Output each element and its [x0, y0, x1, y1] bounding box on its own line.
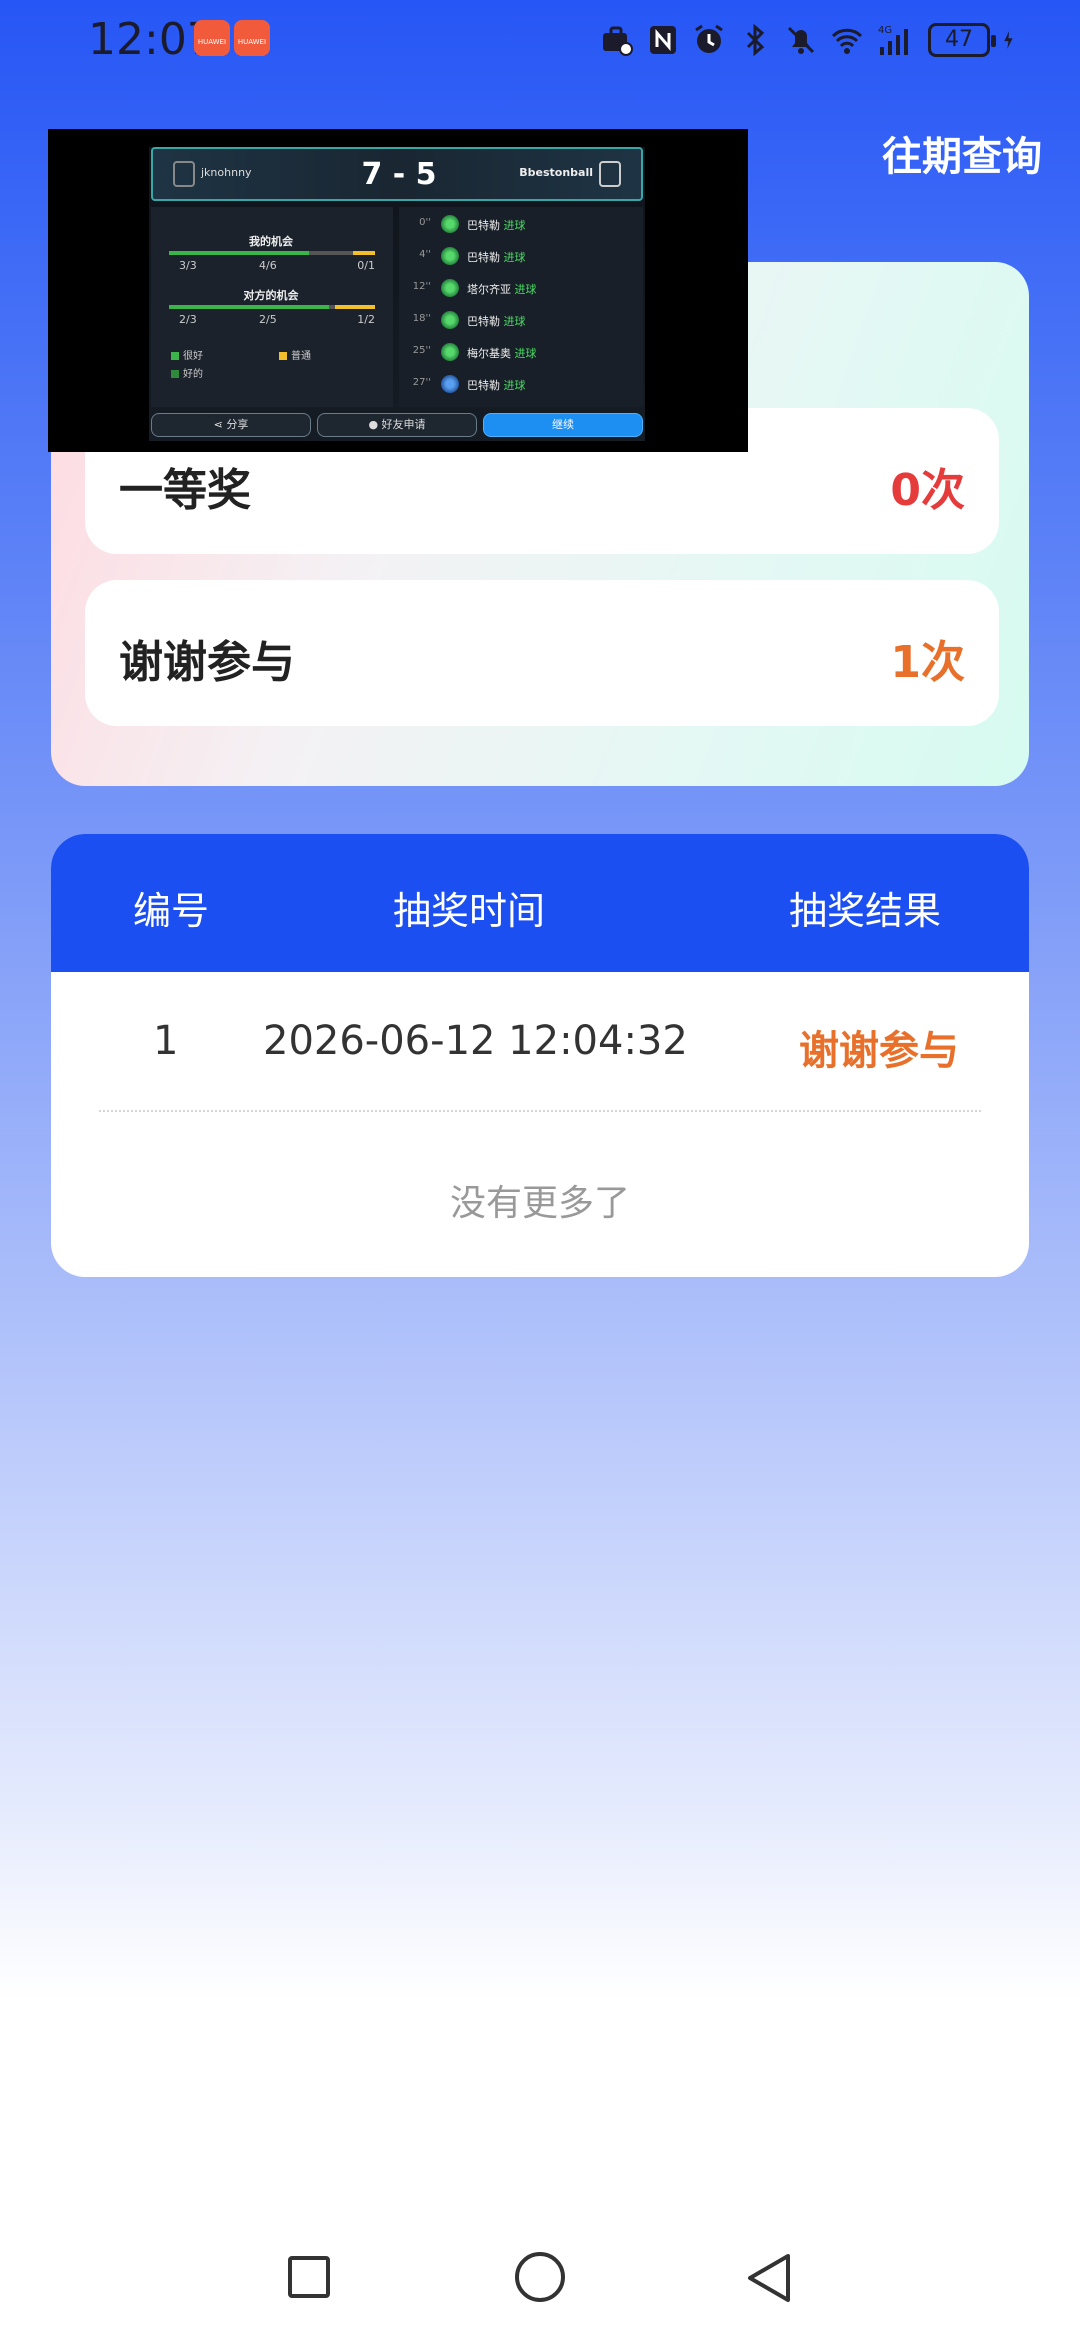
draw-records-table: 编号 抽奖时间 抽奖结果 1 2026-06-12 12:04:32 谢谢参与 … — [51, 834, 1029, 1277]
stat-value: 2/3 — [179, 313, 197, 326]
opp-chances-title: 对方的机会 — [243, 289, 299, 302]
prize-name: 一等奖 — [119, 465, 251, 516]
svg-text:4G: 4G — [878, 25, 892, 36]
back-icon[interactable] — [742, 2250, 796, 2306]
table-row: 1 2026-06-12 12:04:32 谢谢参与 — [51, 972, 1029, 1112]
history-query-button[interactable]: 往期查询 — [882, 124, 1042, 182]
ball-icon — [441, 343, 459, 361]
column-header-result: 抽奖结果 — [789, 889, 942, 933]
stat-value: 1/2 — [357, 313, 375, 326]
signal-icon: 4G — [878, 25, 908, 55]
column-header-time: 抽奖时间 — [393, 889, 546, 933]
opp-chances-bar — [169, 305, 375, 309]
cell-result: 谢谢参与 — [799, 1028, 959, 1074]
wifi-icon — [831, 28, 863, 54]
ball-icon — [441, 311, 459, 329]
stat-value: 4/6 — [259, 259, 277, 272]
player2-name: Bbestonball — [519, 166, 593, 179]
share-icon: ⋖ — [213, 418, 227, 431]
my-chances-title: 我的机会 — [249, 235, 293, 248]
home-icon[interactable] — [515, 2252, 565, 2302]
event-row: 18'' 巴特勒 进球 — [412, 311, 526, 329]
prize-row-thanks: 谢谢参与 1次 — [85, 580, 999, 726]
cell-time: 2026-06-12 12:04:32 — [263, 1018, 688, 1064]
huawei-app-icon: HUAWEI — [194, 20, 230, 56]
my-chances-bar — [169, 251, 375, 255]
event-row: 0'' 巴特勒 进球 — [419, 215, 526, 233]
battery-indicator: 47 — [928, 23, 996, 57]
prize-count: 0次 — [890, 465, 965, 516]
team-crest-icon — [599, 161, 621, 187]
score-bar: jknohnny 7 - 5 Bbestonball — [151, 147, 643, 201]
no-more-text: 没有更多了 — [449, 1183, 630, 1224]
status-bar: 12:07 HUAWEI HUAWEI 4G 47 — [0, 0, 1080, 80]
legend-item: 普通 — [279, 347, 311, 362]
legend-item: 好的 — [171, 365, 203, 380]
nfc-icon — [650, 26, 676, 54]
prize-count: 1次 — [890, 637, 965, 688]
friend-request-button[interactable]: ● 好友申请 — [317, 413, 477, 437]
ball-icon — [441, 215, 459, 233]
events-panel: 0'' 巴特勒 进球 4'' 巴特勒 进球 12'' 塔尔齐亚 进球 18'' 巴特勒 … — [399, 207, 643, 407]
ball-icon — [441, 247, 459, 265]
overlay-buttons: ⋖ 分享 ● 好友申请 继续 — [151, 413, 643, 439]
floating-video-window[interactable]: jknohnny 7 - 5 Bbestonball 我的机会 3/3 4/6 … — [48, 129, 748, 452]
chances-panel: 我的机会 3/3 4/6 0/1 对方的机会 2/3 2/5 1/2 很好 普通… — [151, 207, 393, 407]
event-row: 27'' 巴特勒 进球 — [412, 375, 526, 393]
cell-id: 1 — [153, 1018, 179, 1064]
table-header: 编号 抽奖时间 抽奖结果 — [51, 834, 1029, 972]
column-header-id: 编号 — [133, 889, 210, 933]
ball-icon — [441, 279, 459, 297]
match-score: 7 - 5 — [361, 157, 437, 192]
team-crest-icon — [173, 161, 195, 187]
stat-value: 0/1 — [357, 259, 375, 272]
bluetooth-icon — [746, 23, 765, 57]
briefcase-icon — [603, 26, 633, 56]
legend-item: 很好 — [171, 347, 203, 362]
alarm-icon — [695, 24, 723, 53]
person-icon: ● — [368, 418, 382, 431]
system-nav-bar — [0, 2230, 1080, 2330]
player1-name: jknohnny — [201, 166, 252, 179]
huawei-app-icon: HUAWEI — [234, 20, 270, 56]
stat-value: 3/3 — [179, 259, 197, 272]
charging-icon — [1004, 31, 1013, 49]
ball-icon — [441, 375, 459, 393]
stat-value: 2/5 — [259, 313, 277, 326]
match-result-screen: jknohnny 7 - 5 Bbestonball 我的机会 3/3 4/6 … — [149, 147, 645, 441]
prize-name: 谢谢参与 — [119, 637, 295, 688]
event-row: 4'' 巴特勒 进球 — [419, 247, 526, 265]
share-button[interactable]: ⋖ 分享 — [151, 413, 311, 437]
event-row: 12'' 塔尔齐亚 进球 — [412, 279, 537, 297]
mute-bell-icon — [787, 26, 815, 54]
continue-button[interactable]: 继续 — [483, 413, 643, 437]
event-row: 25'' 梅尔基奥 进球 — [412, 343, 537, 361]
row-divider — [99, 1110, 981, 1113]
recent-apps-icon[interactable] — [288, 2256, 330, 2298]
status-icons: 4G 47 — [600, 18, 1022, 62]
